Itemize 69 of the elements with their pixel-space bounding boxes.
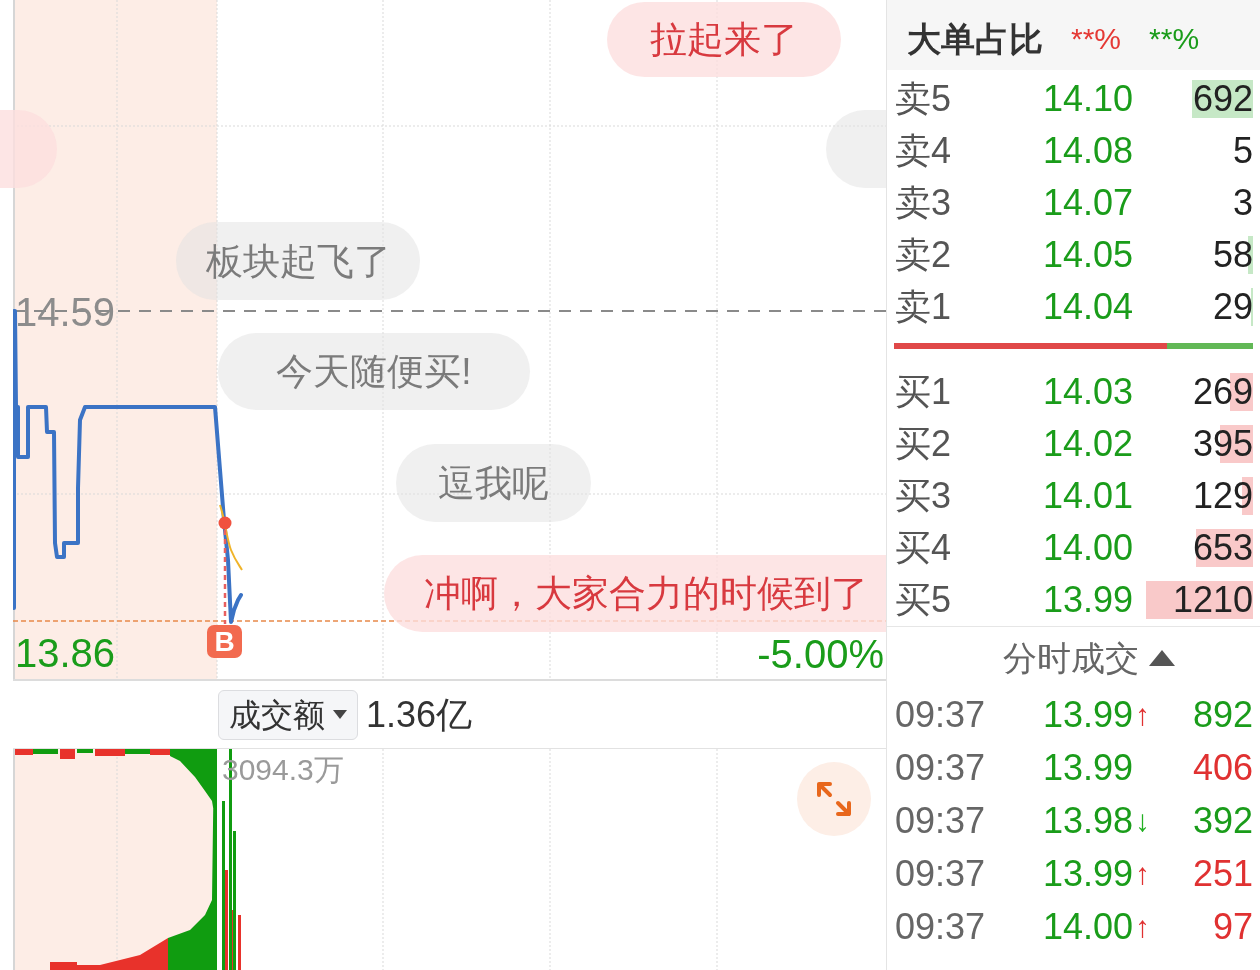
price-value: 13.99 [1043, 582, 1134, 618]
low-price-label: 13.86 [15, 633, 116, 673]
comment-bubble: 逗我呢 [396, 444, 591, 522]
trend-arrow: ↑ [1135, 911, 1151, 942]
trend-arrow: ↑ [1135, 699, 1151, 730]
volume-value: 3 [1233, 185, 1254, 221]
change-percent-label: -5.00% [757, 634, 884, 674]
trade-price: 13.99 [1043, 855, 1134, 892]
level-label: 卖5 [895, 81, 953, 117]
comment-bubble: 拉起来了 [607, 2, 841, 77]
volume-value: 29 [1213, 289, 1254, 325]
price-value: 14.01 [1043, 478, 1134, 514]
comment-bubble: 板块起飞了 [176, 222, 420, 300]
volume-value: 5 [1233, 133, 1254, 169]
caret-down-icon [333, 710, 347, 719]
marker-dot-icon [218, 516, 232, 530]
caret-up-icon [1148, 649, 1175, 666]
trade-price: 14.00 [1043, 908, 1134, 945]
level-label: 卖4 [895, 133, 953, 169]
panel-title: 大单占比 [907, 22, 1043, 56]
price-value: 14.05 [1043, 237, 1134, 273]
level-label: 卖1 [895, 289, 953, 325]
volume-value: 653 [1193, 530, 1254, 566]
trades-toggle[interactable]: 分时成交 [1002, 640, 1175, 675]
level-label: 买3 [895, 478, 953, 514]
price-value: 14.10 [1043, 81, 1134, 117]
trade-marker: B [207, 625, 242, 658]
trend-arrow: ↓ [1135, 805, 1151, 836]
trade-time: 09:37 [895, 802, 987, 839]
price-value: 14.08 [1043, 133, 1134, 169]
trade-volume: 392 [1192, 802, 1253, 839]
price-value: 14.00 [1043, 530, 1134, 566]
ratio-value: **% [1071, 24, 1122, 54]
trade-time: 09:37 [895, 749, 987, 786]
trade-time: 09:37 [895, 855, 987, 892]
trade-time: 09:37 [895, 908, 987, 945]
volume-value: 692 [1193, 81, 1254, 117]
level-label: 买4 [895, 530, 953, 566]
comment-bubble: 今天随便买! [218, 333, 530, 410]
price-value: 14.04 [1043, 289, 1134, 325]
trade-price: 13.99 [1043, 696, 1134, 733]
trade-volume: 251 [1192, 855, 1253, 892]
trend-arrow: ↑ [1135, 858, 1151, 889]
trade-time: 09:37 [895, 696, 987, 733]
price-value: 14.03 [1043, 374, 1134, 410]
trade-volume: 97 [1212, 908, 1253, 945]
expand-icon[interactable] [797, 762, 871, 836]
high-price-label: 14.59 [15, 292, 116, 332]
volume-value: 395 [1193, 426, 1254, 462]
volume-value: 129 [1193, 478, 1254, 514]
level-label: 买2 [895, 426, 953, 462]
level-label: 买5 [895, 582, 953, 618]
trade-price: 13.98 [1043, 802, 1134, 839]
trade-volume: 406 [1192, 749, 1253, 786]
price-value: 14.07 [1043, 185, 1134, 221]
turnover-value: 1.36亿 [366, 696, 473, 733]
ratio-value: **% [1149, 24, 1200, 54]
price-value: 14.02 [1043, 426, 1134, 462]
metric-dropdown[interactable]: 成交额 [218, 689, 358, 740]
average-line [219, 504, 243, 571]
volume-value: 1210 [1173, 582, 1254, 618]
level-label: 买1 [895, 374, 953, 410]
trade-volume: 892 [1192, 696, 1253, 733]
level-label: 卖2 [895, 237, 953, 273]
trade-price: 13.99 [1043, 749, 1134, 786]
comment-bubble: 冲啊，大家合力的时候到了 [384, 555, 886, 632]
volume-value: 58 [1213, 237, 1254, 273]
volume-value: 269 [1193, 374, 1254, 410]
level-label: 卖3 [895, 185, 953, 221]
